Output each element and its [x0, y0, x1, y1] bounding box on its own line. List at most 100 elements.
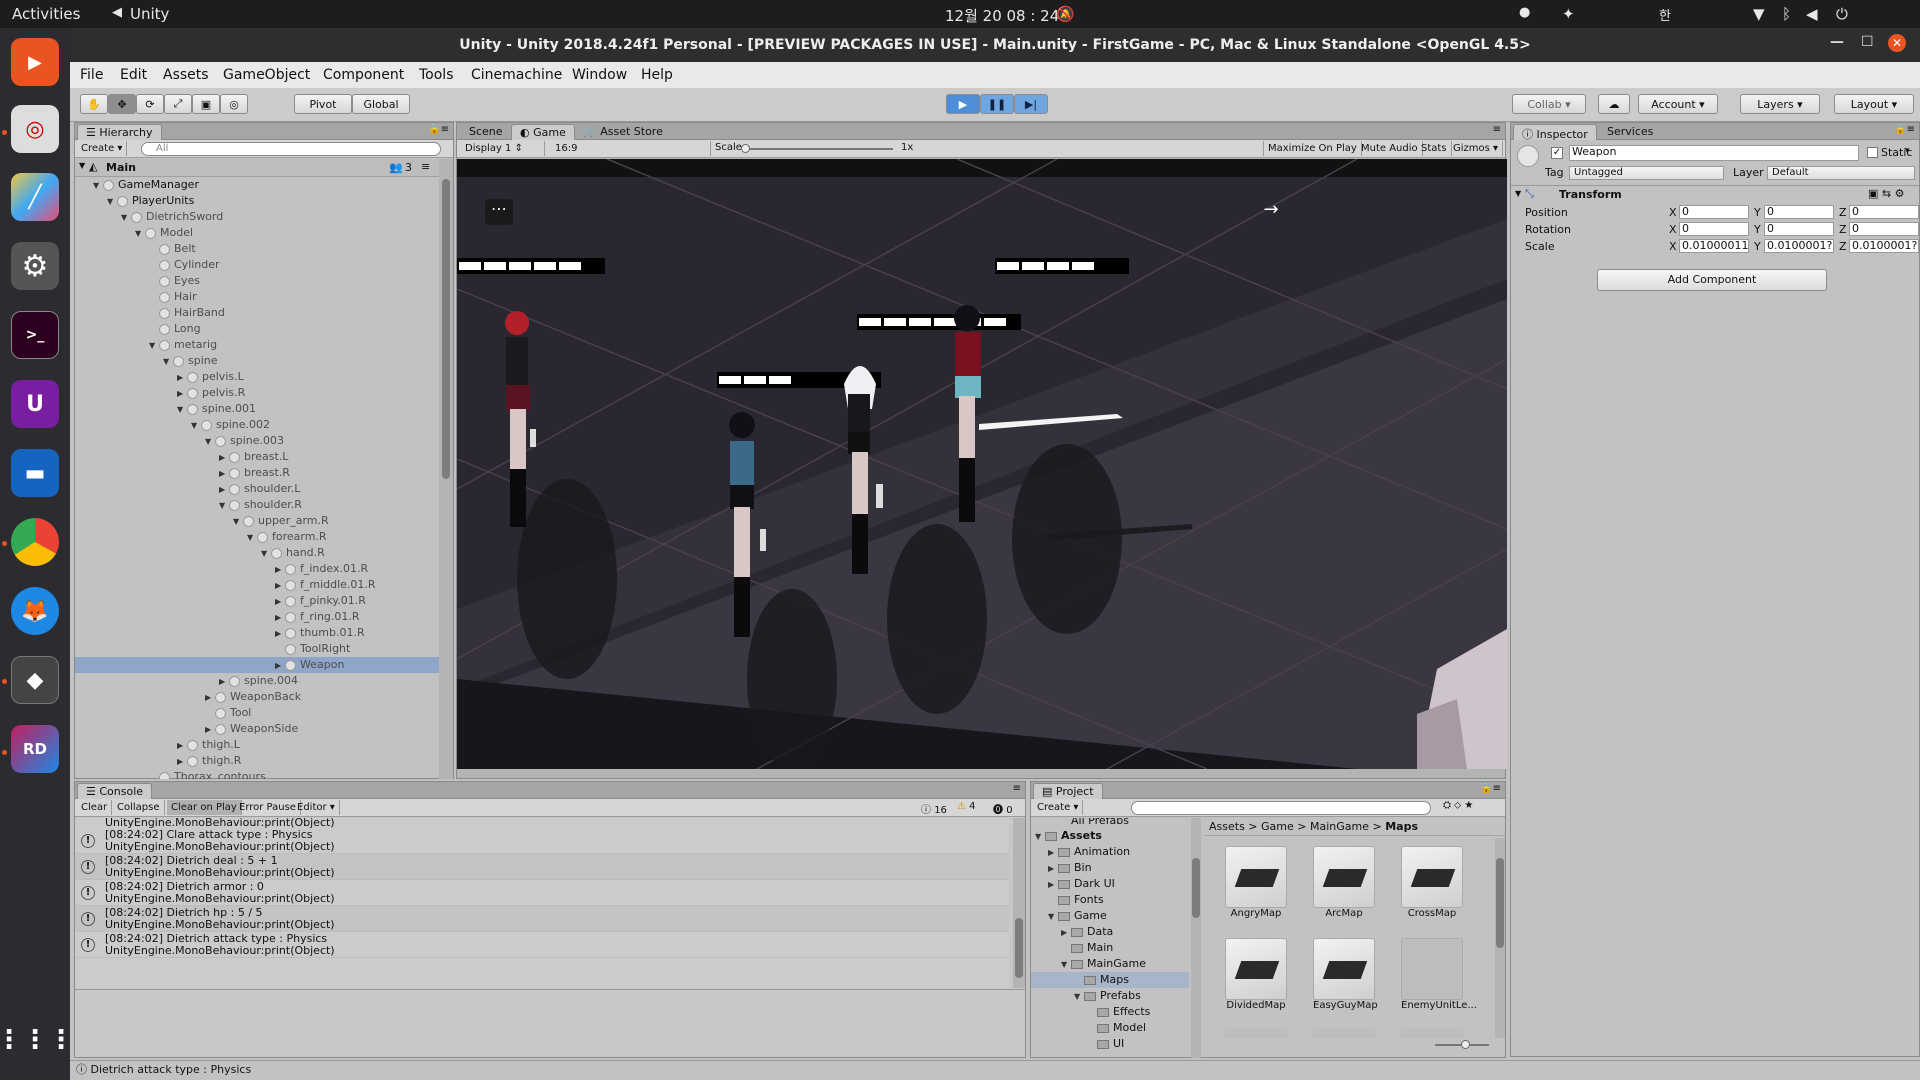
tree-scroll-thumb[interactable] [1192, 858, 1200, 918]
hierarchy-item[interactable]: ▶ f_middle.01.R [75, 577, 439, 593]
add-component-button[interactable]: Add Component [1597, 269, 1827, 291]
menu-component[interactable]: Component [323, 67, 404, 83]
chevron-right-icon[interactable]: ▶ [219, 450, 229, 466]
volume-icon[interactable]: ◀ [1806, 5, 1818, 23]
app-menu[interactable]: Unity [130, 5, 169, 23]
chevron-down-icon[interactable]: ▼ [1515, 189, 1521, 198]
panel-menu-icon[interactable]: ≡ [1013, 783, 1021, 794]
step-button[interactable]: ▶| [1014, 94, 1048, 114]
axis-label-y[interactable]: Y [1754, 223, 1761, 236]
chevron-right-icon[interactable]: ▶ [177, 754, 187, 770]
asset-tile[interactable]: EnemyUnitLe... [1401, 938, 1477, 1011]
asset-tile-partial[interactable] [1313, 1028, 1375, 1038]
asset-tile[interactable]: CrossMap [1401, 846, 1463, 919]
gameobject-icon[interactable] [1517, 145, 1539, 167]
project-folder[interactable]: ▼ Prefabs [1031, 988, 1189, 1004]
transform-tool-icon[interactable]: ◎ [220, 94, 248, 114]
grid-scrollbar[interactable] [1495, 838, 1505, 1038]
chevron-right-icon[interactable]: ▶ [1048, 877, 1058, 893]
log-entry[interactable]: ! [08:24:02] Dietrich deal : 5 + 1 UnityEn… [75, 854, 1009, 880]
chevron-right-icon[interactable]: ▶ [205, 722, 215, 738]
terminal-icon[interactable]: >_ [11, 311, 59, 359]
transform-y-field[interactable]: 0.0100001? [1764, 239, 1834, 253]
menu-file[interactable]: File [80, 67, 103, 83]
chevron-down-icon[interactable]: ▼ [261, 546, 271, 562]
tab-services[interactable]: Services [1599, 124, 1661, 140]
hierarchy-item[interactable]: ▶ Weapon [75, 657, 439, 673]
project-folder[interactable]: ▼ Game [1031, 908, 1189, 924]
scene-header[interactable]: ▼ ◭ Main 👥 3 ≡ [75, 159, 439, 177]
hierarchy-item[interactable]: Hair [75, 289, 439, 305]
maximize-on-play-toggle[interactable]: Maximize On Play [1263, 141, 1362, 156]
pivot-button[interactable]: Pivot [294, 94, 352, 114]
axis-label-y[interactable]: Y [1754, 206, 1761, 219]
hierarchy-item[interactable]: ▼ forearm.R [75, 529, 439, 545]
chevron-right-icon[interactable]: ▶ [275, 610, 285, 626]
chevron-down-icon[interactable]: ▼ [121, 210, 131, 226]
hierarchy-item[interactable]: ▼ DietrichSword [75, 209, 439, 225]
chevron-down-icon[interactable]: ▼ [177, 402, 187, 418]
game-menu-button[interactable]: ⋯ [485, 199, 513, 225]
thumbnail-size-handle[interactable] [1461, 1040, 1470, 1049]
rotate-tool-icon[interactable]: ⟳ [136, 94, 164, 114]
close-icon[interactable]: ✕ [1888, 34, 1906, 52]
tab-console[interactable]: ☰ Console [77, 783, 153, 799]
panel-menu-icon[interactable]: 🔒≡ [1894, 124, 1915, 135]
axis-label-y[interactable]: Y [1754, 240, 1761, 253]
project-folder[interactable]: Fonts [1031, 892, 1189, 908]
axis-label-z[interactable]: Z [1839, 223, 1847, 236]
chevron-down-icon[interactable]: ▼ [1048, 909, 1058, 925]
hierarchy-item[interactable]: Belt [75, 241, 439, 257]
menu-tools[interactable]: Tools [419, 67, 454, 83]
hierarchy-item[interactable]: Cylinder [75, 257, 439, 273]
hierarchy-item[interactable]: ▶ f_pinky.01.R [75, 593, 439, 609]
asset-tile[interactable]: EasyGuyMap [1313, 938, 1378, 1011]
chevron-right-icon[interactable]: ▶ [275, 626, 285, 642]
layer-dropdown[interactable]: Default [1767, 166, 1915, 180]
console-collapse-button[interactable]: Collapse [113, 800, 165, 815]
hierarchy-item[interactable]: ▼ metarig [75, 337, 439, 353]
settings-icon[interactable]: ⚙ [11, 242, 59, 290]
axis-label-z[interactable]: Z [1839, 240, 1847, 253]
tab-hierarchy[interactable]: ☰ Hierarchy [77, 124, 162, 140]
chevron-down-icon[interactable]: ▼ [93, 178, 103, 194]
hierarchy-item[interactable]: Thorax_contours [75, 769, 439, 779]
pause-button[interactable]: ❚❚ [980, 94, 1014, 114]
show-apps-icon[interactable]: ⋮⋮⋮ [0, 1016, 74, 1064]
stats-toggle[interactable]: Stats [1417, 141, 1452, 156]
unity-hub-icon[interactable]: U [11, 380, 59, 428]
cloud-icon[interactable]: ☁ [1598, 94, 1630, 114]
hierarchy-item[interactable]: ▶ breast.L [75, 449, 439, 465]
console-warning-count[interactable]: ⚠ 4 [957, 801, 976, 812]
breadcrumb-game[interactable]: Game [1261, 820, 1294, 833]
project-folder[interactable]: ▶ Dark UI [1031, 876, 1189, 892]
chevron-right-icon[interactable]: ▶ [177, 738, 187, 754]
breadcrumb-maingame[interactable]: MainGame [1310, 820, 1369, 833]
hierarchy-create-button[interactable]: Create ▾ [77, 141, 128, 156]
hierarchy-item[interactable]: ▶ pelvis.R [75, 385, 439, 401]
transform-x-field[interactable]: 0.01000011 [1679, 239, 1749, 253]
hierarchy-item[interactable]: ▼ upper_arm.R [75, 513, 439, 529]
chevron-down-icon[interactable]: ▼ [219, 498, 229, 514]
asset-tile-partial[interactable] [1401, 1028, 1463, 1038]
console-scroll-thumb[interactable] [1015, 918, 1023, 978]
game-viewport[interactable]: ⋯ → [457, 159, 1507, 769]
hierarchy-scroll-thumb[interactable] [442, 179, 450, 479]
next-arrow-button[interactable]: → [1257, 199, 1285, 225]
hierarchy-item[interactable]: ▶ thigh.R [75, 753, 439, 769]
layout-dropdown[interactable]: Layout ▾ [1834, 94, 1914, 114]
gizmos-dropdown[interactable]: Gizmos ▾ [1449, 141, 1504, 156]
collab-button[interactable]: Collab ▾ [1512, 94, 1586, 114]
transform-y-field[interactable]: 0 [1764, 205, 1834, 219]
menu-edit[interactable]: Edit [120, 67, 147, 83]
chevron-down-icon[interactable]: ▼ [149, 338, 159, 354]
active-checkbox[interactable]: ✓ [1551, 147, 1563, 159]
hierarchy-item[interactable]: ▶ breast.R [75, 465, 439, 481]
hierarchy-item[interactable]: Eyes [75, 273, 439, 289]
bluetooth-icon[interactable]: ᛒ [1782, 5, 1791, 23]
menu-help[interactable]: Help [641, 67, 673, 83]
tab-inspector[interactable]: ⓘ Inspector [1513, 124, 1597, 141]
scene-menu-icon[interactable]: ≡ [421, 160, 430, 173]
breadcrumb-assets[interactable]: Assets [1209, 820, 1245, 833]
project-folder[interactable]: ▶ Bin [1031, 860, 1189, 876]
